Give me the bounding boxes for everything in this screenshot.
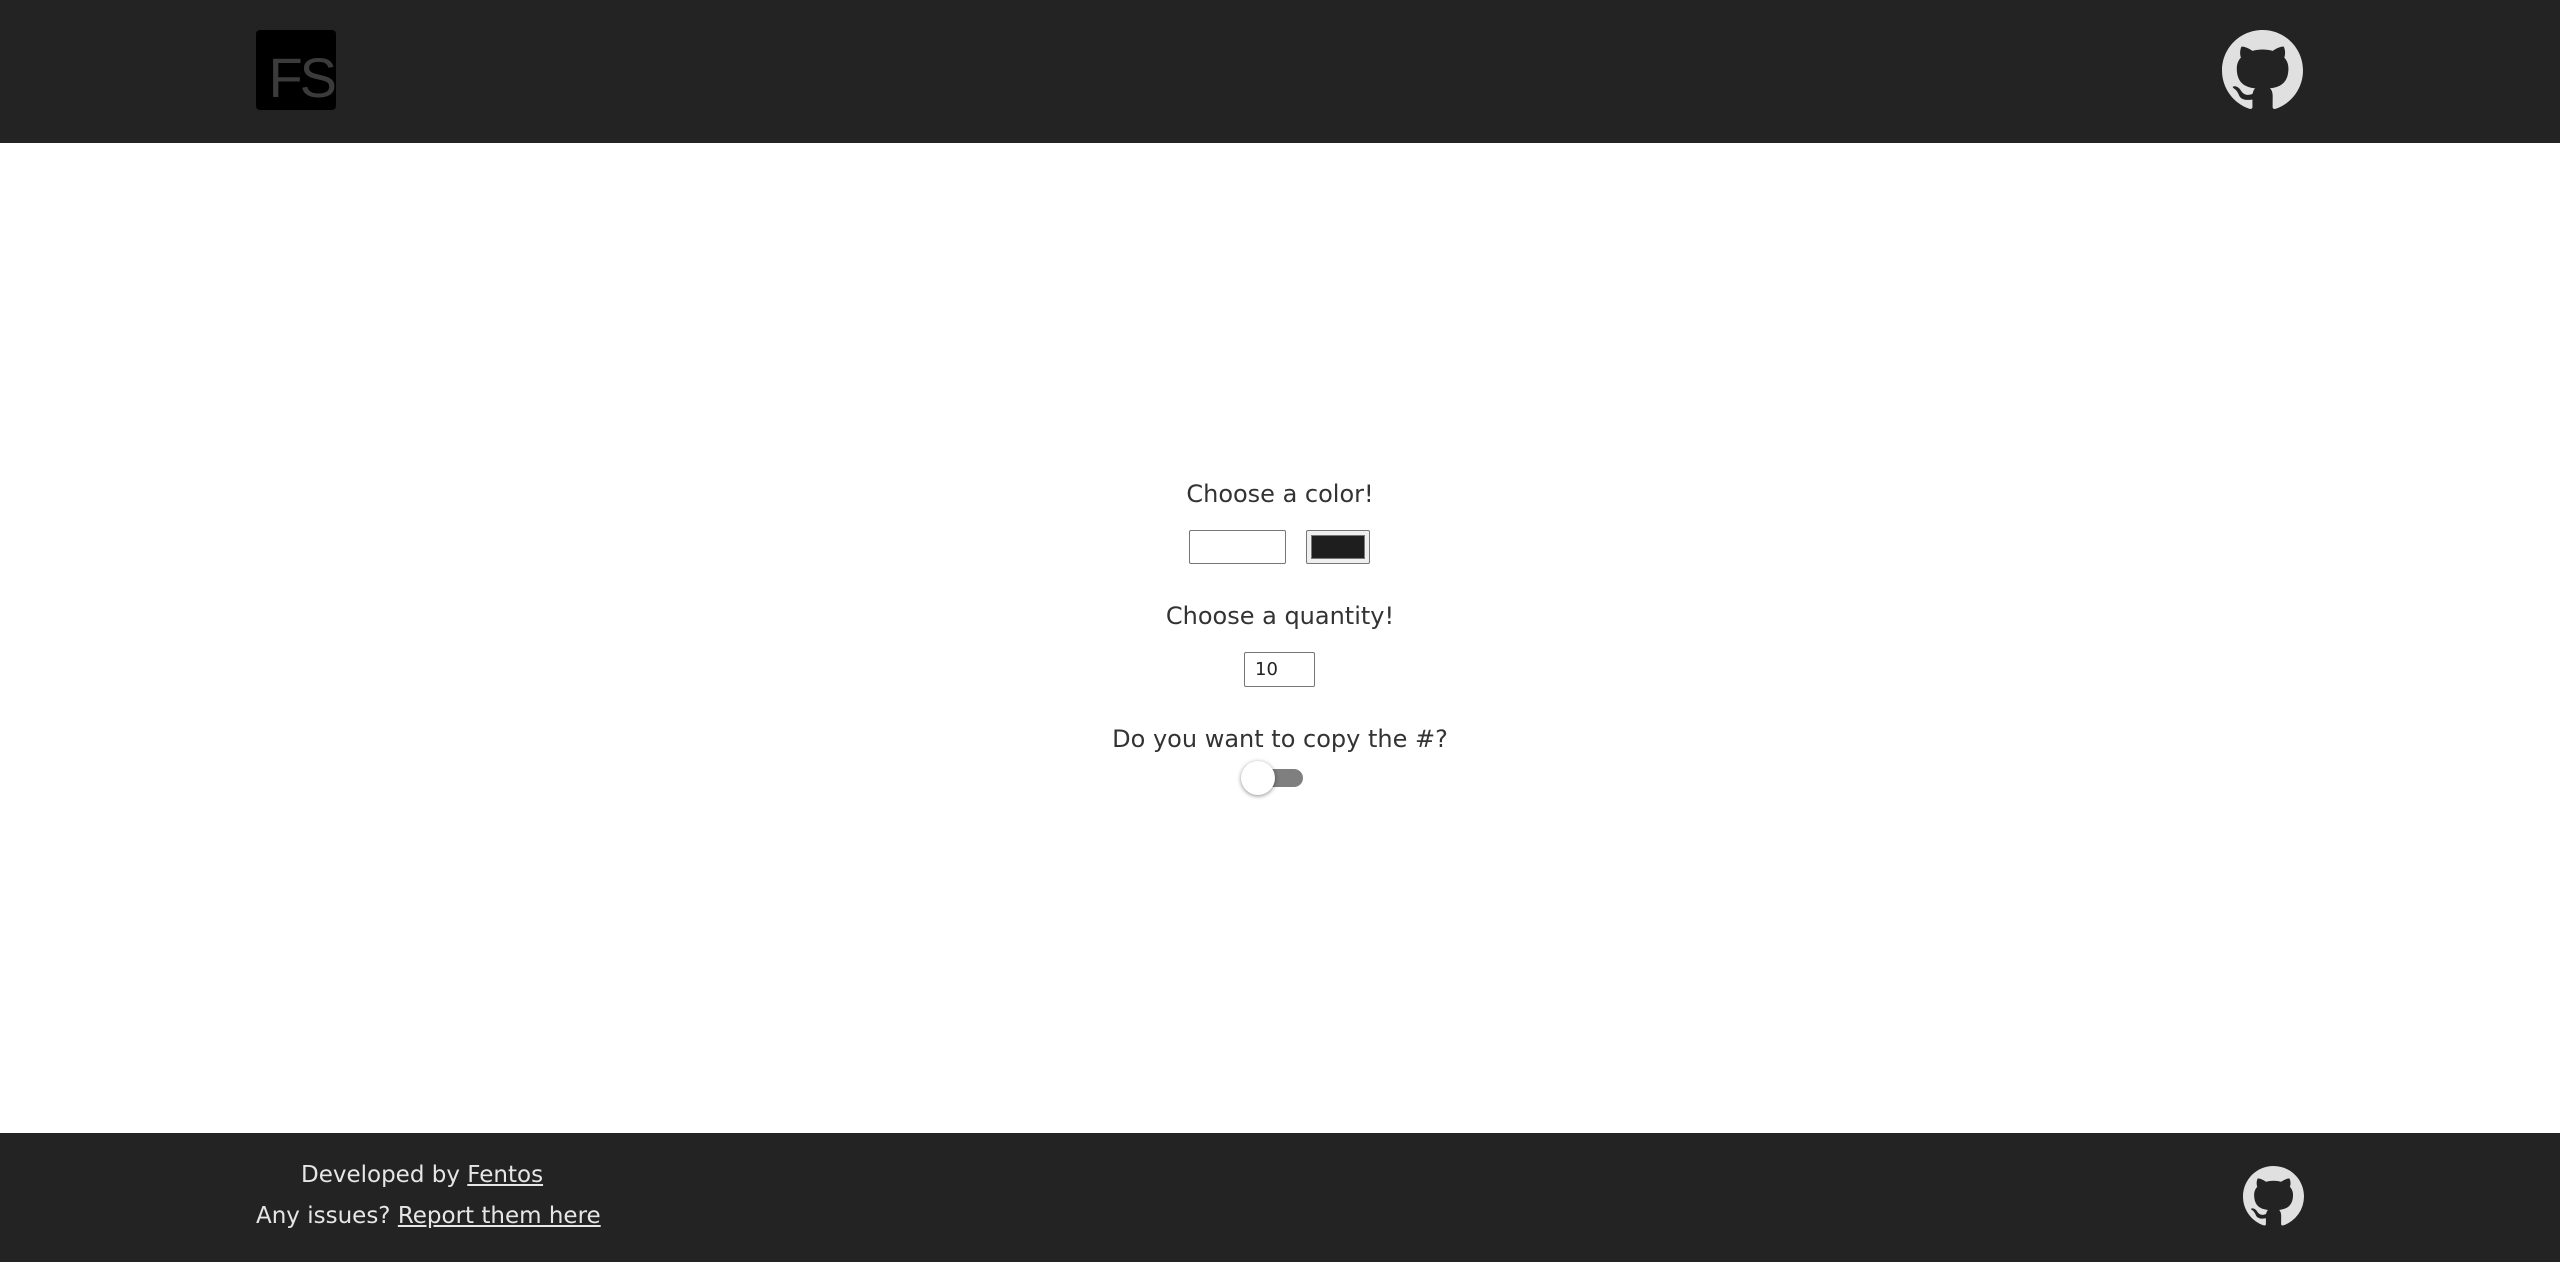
color-swatch <box>1311 535 1365 559</box>
report-issues-link[interactable]: Report them here <box>398 1203 601 1229</box>
site-footer: Developed by Fentos Any issues? Report t… <box>0 1133 2560 1262</box>
issues-text: Any issues? <box>256 1203 391 1229</box>
quantity-label: Choose a quantity! <box>1165 602 1395 630</box>
toggle-knob <box>1241 761 1275 795</box>
github-icon[interactable] <box>2243 1166 2304 1227</box>
main-content: Choose a color! Choose a quantity! Do yo… <box>0 143 2560 1133</box>
fs-logo[interactable]: FS <box>256 30 336 110</box>
developed-by-line: Developed by Fentos <box>301 1162 543 1188</box>
color-text-input[interactable] <box>1189 530 1286 564</box>
copy-hash-label: Do you want to copy the #? <box>1112 725 1448 753</box>
issues-line: Any issues? Report them here <box>256 1203 601 1229</box>
site-header: FS <box>0 0 2560 143</box>
developer-link[interactable]: Fentos <box>467 1162 543 1188</box>
quantity-input[interactable] <box>1244 652 1315 687</box>
github-icon[interactable] <box>2222 30 2303 111</box>
color-picker[interactable] <box>1306 530 1370 564</box>
color-label: Choose a color! <box>1186 480 1374 508</box>
developed-by-text: Developed by <box>301 1162 460 1188</box>
copy-hash-toggle[interactable] <box>1241 761 1311 795</box>
